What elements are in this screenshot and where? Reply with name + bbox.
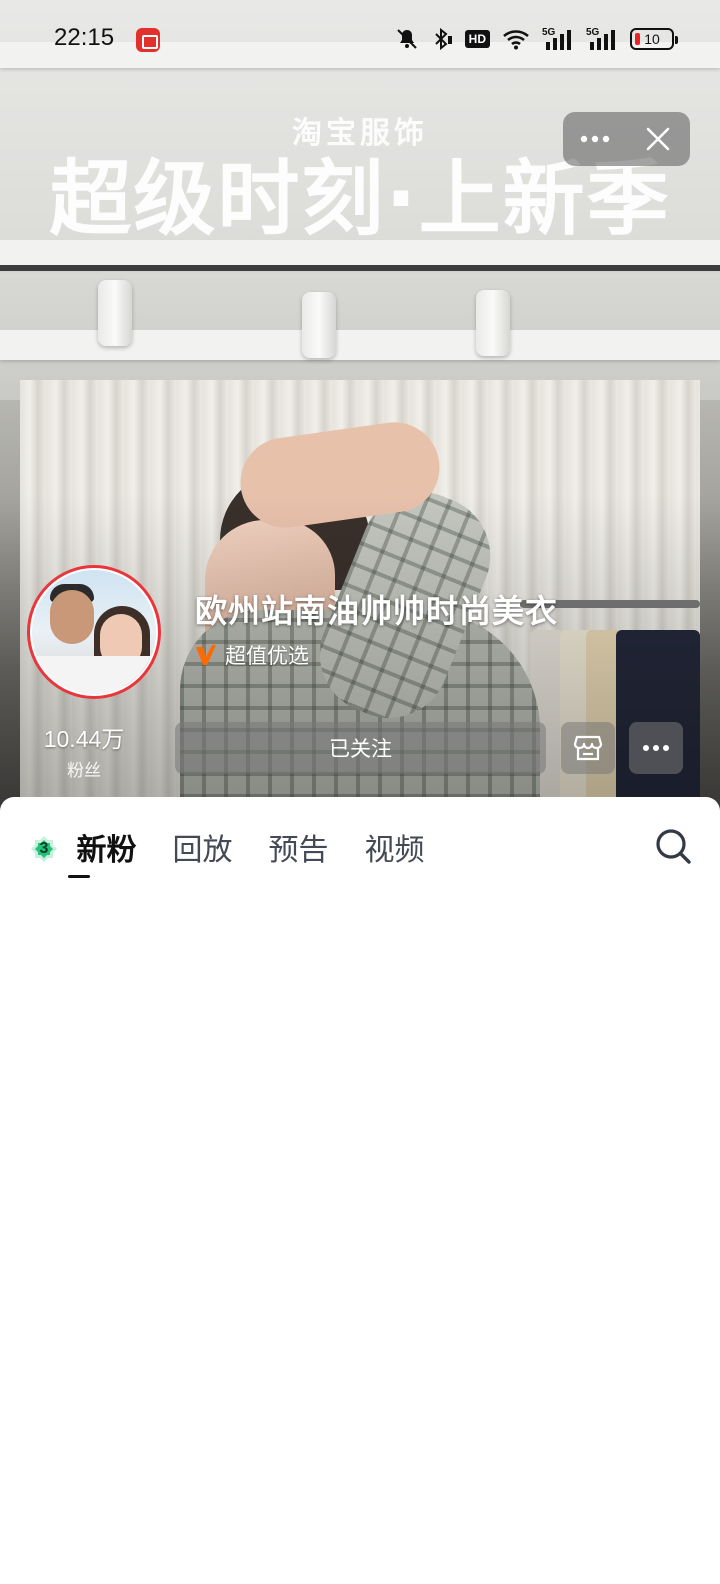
search-icon[interactable]	[654, 827, 692, 865]
bluetooth-icon	[431, 27, 453, 51]
fans-stat[interactable]: 10.44万 粉丝	[36, 720, 132, 781]
shop-icon	[573, 735, 603, 761]
tab-label: 新粉	[76, 833, 137, 868]
battery-icon: 10	[630, 28, 678, 50]
new-fans-badge-count: 3	[39, 839, 49, 857]
close-icon[interactable]	[626, 112, 689, 166]
more-icon	[643, 745, 669, 751]
quality-tag-label: 超值优选	[225, 644, 309, 668]
app-notification-icon	[136, 28, 160, 52]
status-time: 22:15	[54, 24, 115, 51]
hd-voice-icon: HD	[464, 30, 490, 48]
tab-label: 预告	[268, 833, 329, 868]
fans-label: 粉丝	[67, 761, 101, 781]
signal-icon: 5G	[542, 26, 574, 52]
more-icon[interactable]	[563, 112, 626, 166]
fans-count: 10.44万	[43, 726, 125, 752]
new-fans-badge: 3	[30, 835, 58, 863]
active-tab-indicator	[68, 875, 90, 878]
tab-label: 视频	[364, 833, 425, 868]
svg-text:5G: 5G	[542, 27, 556, 38]
tab-label: 回放	[172, 833, 233, 868]
tab-preview[interactable]: 预告	[268, 825, 328, 869]
tab-new-fans[interactable]: 3 新粉	[30, 825, 137, 878]
content-sheet: 3 新粉 回放 预告 视频	[0, 797, 720, 1584]
streamer-name: 欧州站南油帅帅时尚美衣	[195, 592, 559, 630]
avatar[interactable]	[27, 565, 161, 699]
svg-text:5G: 5G	[586, 27, 600, 38]
v-badge-icon	[196, 645, 216, 665]
following-button[interactable]: 已关注	[175, 722, 546, 774]
status-icons: HD 5G 5G 10	[395, 24, 678, 54]
mute-icon	[395, 27, 419, 51]
tab-bar: 3 新粉 回放 预告 视频	[30, 819, 460, 878]
mini-program-capsule	[563, 112, 690, 166]
shop-button[interactable]	[561, 722, 615, 774]
tab-video[interactable]: 视频	[364, 825, 424, 869]
signal-icon: 5G	[586, 26, 618, 52]
tab-replay[interactable]: 回放	[172, 825, 232, 869]
more-button[interactable]	[629, 722, 683, 774]
quality-tag: 超值优选	[195, 640, 309, 670]
status-bar: 22:15 HD 5G 5G 10	[0, 0, 720, 80]
wifi-icon	[502, 28, 530, 50]
